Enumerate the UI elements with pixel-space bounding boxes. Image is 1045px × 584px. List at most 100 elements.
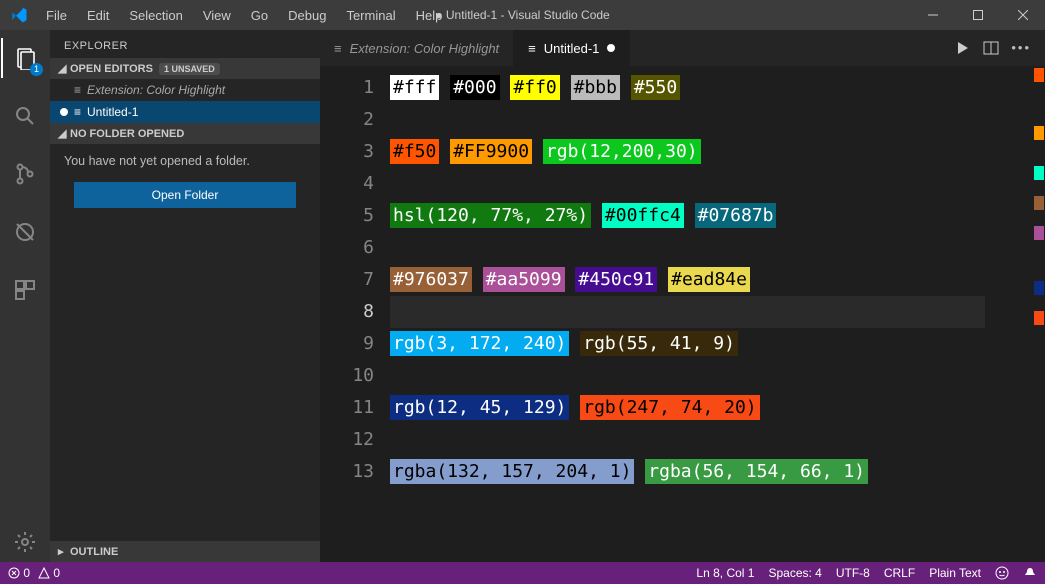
code-line[interactable]: rgb(12, 45, 129) rgb(247, 74, 20) — [390, 392, 1045, 424]
status-language[interactable]: Plain Text — [929, 566, 981, 580]
close-button[interactable] — [1000, 0, 1045, 30]
code-line[interactable] — [390, 360, 1045, 392]
minimap-marker — [1034, 68, 1044, 82]
menu-bar: FileEditSelectionViewGoDebugTerminalHelp — [38, 4, 450, 27]
color-token: rgb(55, 41, 9) — [580, 331, 738, 356]
line-number: 8 — [320, 296, 374, 328]
file-icon: ≡ — [528, 41, 536, 56]
menu-item-go[interactable]: Go — [243, 4, 276, 27]
activity-extensions-icon[interactable] — [1, 270, 49, 310]
line-number: 1 — [320, 72, 374, 104]
more-icon[interactable]: ••• — [1011, 40, 1031, 56]
file-icon: ≡ — [334, 41, 342, 56]
color-token: #ead84e — [668, 267, 750, 292]
tab-label: Untitled-1 — [544, 41, 600, 56]
code-line[interactable] — [390, 232, 1045, 264]
menu-item-view[interactable]: View — [195, 4, 239, 27]
no-folder-header[interactable]: ◢ NO FOLDER OPENED — [50, 123, 320, 144]
color-token: rgb(247, 74, 20) — [580, 395, 759, 420]
color-token: #07687b — [695, 203, 777, 228]
color-token: rgb(12,200,30) — [543, 139, 701, 164]
chevron-down-icon: ◢ — [58, 62, 70, 75]
color-token: rgb(12, 45, 129) — [390, 395, 569, 420]
open-editor-item[interactable]: ≡Untitled-1 — [50, 101, 320, 123]
color-token: #fff — [390, 75, 439, 100]
line-number: 3 — [320, 136, 374, 168]
status-notification-icon[interactable] — [1023, 566, 1037, 580]
activity-settings-icon[interactable] — [1, 522, 49, 562]
code-line[interactable]: hsl(120, 77%, 27%) #00ffc4 #07687b — [390, 200, 1045, 232]
color-token: #f50 — [390, 139, 439, 164]
minimap-marker — [1034, 166, 1044, 180]
split-editor-icon[interactable] — [983, 40, 999, 56]
code-line[interactable]: rgb(3, 172, 240) rgb(55, 41, 9) — [390, 328, 1045, 360]
color-token: #00ffc4 — [602, 203, 684, 228]
no-folder-message: You have not yet opened a folder. — [50, 144, 320, 178]
status-warnings[interactable]: 0 — [38, 566, 60, 580]
minimap-marker — [1034, 311, 1044, 325]
status-errors[interactable]: 0 — [8, 566, 30, 580]
code-line[interactable] — [390, 168, 1045, 200]
line-number: 5 — [320, 200, 374, 232]
file-icon: ≡ — [74, 83, 81, 97]
editor-area: ≡Extension: Color Highlight≡Untitled-1 •… — [320, 30, 1045, 562]
status-feedback-icon[interactable] — [995, 566, 1009, 580]
line-number: 6 — [320, 232, 374, 264]
window-controls — [910, 0, 1045, 30]
code-line[interactable]: #f50 #FF9900 rgb(12,200,30) — [390, 136, 1045, 168]
window-title: ● Untitled-1 - Visual Studio Code — [435, 8, 609, 22]
color-token: #bbb — [571, 75, 620, 100]
status-ln-col[interactable]: Ln 8, Col 1 — [696, 566, 754, 580]
sidebar-explorer: EXPLORER ◢ OPEN EDITORS 1 UNSAVED ≡Exten… — [50, 30, 320, 562]
menu-item-edit[interactable]: Edit — [79, 4, 117, 27]
code-line[interactable] — [390, 424, 1045, 456]
code-line[interactable]: #fff #000 #ff0 #bbb #550 — [390, 72, 1045, 104]
dirty-indicator-icon — [607, 44, 615, 52]
code-line[interactable]: rgba(132, 157, 204, 1) rgba(56, 154, 66,… — [390, 456, 1045, 488]
minimap[interactable] — [985, 66, 1045, 506]
line-gutter: 12345678910111213 — [320, 66, 390, 562]
menu-item-selection[interactable]: Selection — [121, 4, 190, 27]
minimize-button[interactable] — [910, 0, 955, 30]
maximize-button[interactable] — [955, 0, 1000, 30]
explorer-title: EXPLORER — [50, 30, 320, 58]
menu-item-terminal[interactable]: Terminal — [338, 4, 403, 27]
color-token: #000 — [450, 75, 499, 100]
code-content[interactable]: #fff #000 #ff0 #bbb #550 #f50 #FF9900 rgb… — [390, 66, 1045, 562]
code-line[interactable] — [390, 296, 1045, 328]
activity-scm-icon[interactable] — [1, 154, 49, 194]
color-token: rgb(3, 172, 240) — [390, 331, 569, 356]
menu-item-debug[interactable]: Debug — [280, 4, 334, 27]
outline-header[interactable]: ▸ OUTLINE — [50, 541, 320, 562]
code-line[interactable] — [390, 104, 1045, 136]
status-encoding[interactable]: UTF-8 — [836, 566, 870, 580]
code-line[interactable]: #976037 #aa5099 #450c91 #ead84e — [390, 264, 1045, 296]
status-bar: 0 0 Ln 8, Col 1 Spaces: 4 UTF-8 CRLF Pla… — [0, 562, 1045, 584]
minimap-marker — [1034, 126, 1044, 140]
editor-body[interactable]: 12345678910111213 #fff #000 #ff0 #bbb #5… — [320, 66, 1045, 562]
open-editor-item[interactable]: ≡Extension: Color Highlight — [50, 79, 320, 101]
color-token: #976037 — [390, 267, 472, 292]
run-icon[interactable] — [955, 40, 971, 56]
activity-explorer-icon[interactable]: 1 — [1, 38, 49, 78]
status-eol[interactable]: CRLF — [884, 566, 915, 580]
no-folder-label: NO FOLDER OPENED — [70, 128, 184, 140]
activity-search-icon[interactable] — [1, 96, 49, 136]
menu-item-file[interactable]: File — [38, 4, 75, 27]
line-number: 9 — [320, 328, 374, 360]
color-token: #FF9900 — [450, 139, 532, 164]
unsaved-badge: 1 UNSAVED — [159, 63, 220, 75]
status-spaces[interactable]: Spaces: 4 — [768, 566, 821, 580]
minimap-marker — [1034, 281, 1044, 295]
activity-debug-icon[interactable] — [1, 212, 49, 252]
chevron-right-icon: ▸ — [58, 545, 70, 558]
dirty-indicator-icon — [60, 108, 68, 116]
line-number: 7 — [320, 264, 374, 296]
line-number: 2 — [320, 104, 374, 136]
editor-tab[interactable]: ≡ Untitled-1 — [514, 30, 630, 66]
open-editors-header[interactable]: ◢ OPEN EDITORS 1 UNSAVED — [50, 58, 320, 79]
open-folder-button[interactable]: Open Folder — [74, 182, 296, 208]
editor-tab[interactable]: ≡Extension: Color Highlight — [320, 30, 514, 66]
editor-actions: ••• — [955, 40, 1045, 56]
color-token: rgba(56, 154, 66, 1) — [645, 459, 868, 484]
